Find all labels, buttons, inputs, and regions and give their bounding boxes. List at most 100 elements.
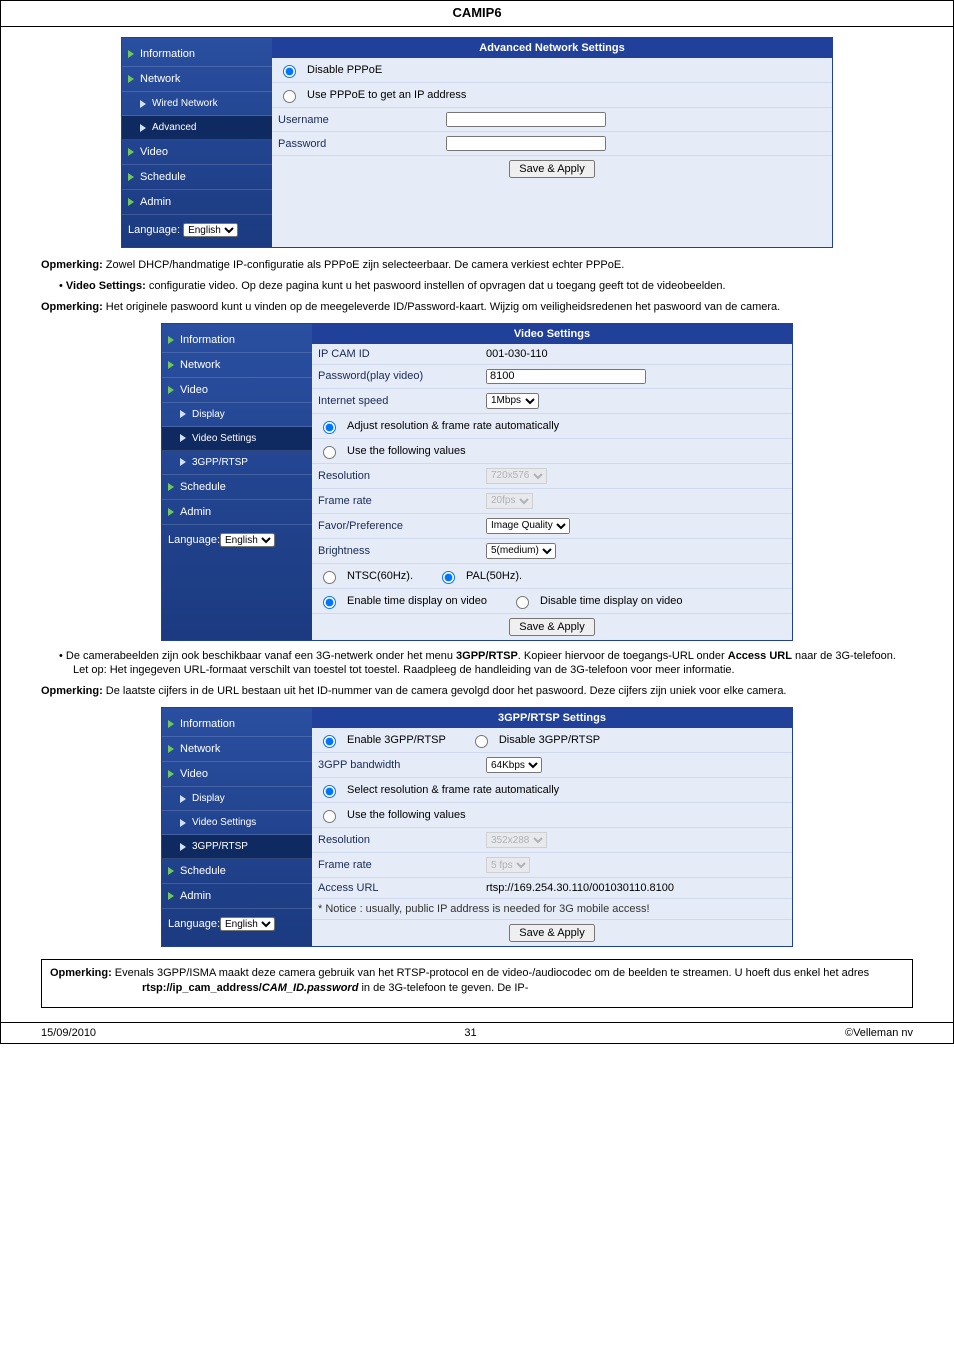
username-input[interactable] xyxy=(446,112,606,127)
sidebar-network[interactable]: Network xyxy=(122,67,272,92)
sidebar-label: Admin xyxy=(180,506,211,518)
chevron-right-icon xyxy=(128,173,134,181)
save-button[interactable]: Save & Apply xyxy=(509,924,594,942)
footer-date: 15/09/2010 xyxy=(41,1027,96,1039)
pal-radio[interactable] xyxy=(442,571,455,584)
sidebar-admin[interactable]: Admin xyxy=(162,500,312,525)
sidebar-label: Information xyxy=(140,48,195,60)
access-url-row: Access URLrtsp://169.254.30.110/00103011… xyxy=(312,878,792,899)
sidebar-label: Admin xyxy=(180,890,211,902)
chevron-right-icon xyxy=(168,720,174,728)
ntsc-radio[interactable] xyxy=(323,571,336,584)
sidebar-video[interactable]: Video xyxy=(162,762,312,787)
language-select[interactable]: English xyxy=(220,917,275,931)
sidebar-information[interactable]: Information xyxy=(162,712,312,737)
sidebar-label: 3GPP/RTSP xyxy=(192,457,248,468)
sidebar-information[interactable]: Information xyxy=(122,42,272,67)
chevron-right-icon xyxy=(128,148,134,156)
chevron-right-icon xyxy=(180,795,186,803)
row-label: Frame rate xyxy=(318,859,478,871)
sidebar-video-settings[interactable]: Video Settings xyxy=(162,811,312,835)
chevron-right-icon xyxy=(180,843,186,851)
sidebar-label: Schedule xyxy=(180,865,226,877)
use-following-radio[interactable] xyxy=(323,810,336,823)
notice-text: * Notice : usually, public IP address is… xyxy=(318,903,650,915)
row-label: Resolution xyxy=(318,834,478,846)
adjust-auto-radio[interactable] xyxy=(323,421,336,434)
sidebar-label: Display xyxy=(192,409,225,420)
language-label: Language: xyxy=(128,224,180,236)
video-settings-panel: Information Network Video Display Video … xyxy=(161,323,793,641)
sidebar: Information Network Video Display Video … xyxy=(162,708,312,946)
bandwidth-select[interactable]: 64Kbps xyxy=(486,757,542,773)
language-row: Language: English xyxy=(122,215,272,239)
sidebar-admin[interactable]: Admin xyxy=(162,884,312,909)
adjust-auto-row: Adjust resolution & frame rate automatic… xyxy=(312,414,792,439)
sidebar-label: Advanced xyxy=(152,122,196,133)
sidebar-video[interactable]: Video xyxy=(162,378,312,403)
internet-speed-row: Internet speed1Mbps xyxy=(312,389,792,414)
save-button[interactable]: Save & Apply xyxy=(509,160,594,178)
save-button[interactable]: Save & Apply xyxy=(509,618,594,636)
panel-header: Advanced Network Settings xyxy=(272,38,832,58)
disable-pppoe-row: Disable PPPoE xyxy=(272,58,832,83)
disable-time-radio[interactable] xyxy=(516,596,529,609)
chevron-right-icon xyxy=(168,483,174,491)
sidebar: Information Network Video Display Video … xyxy=(162,324,312,640)
framerate-select: 20fps xyxy=(486,493,533,509)
sidebar-display[interactable]: Display xyxy=(162,787,312,811)
sidebar-admin[interactable]: Admin xyxy=(122,190,272,215)
sidebar-3gpp-rtsp[interactable]: 3GPP/RTSP xyxy=(162,835,312,859)
3gpp-rtsp-panel: Information Network Video Display Video … xyxy=(161,707,793,947)
sidebar-label: Network xyxy=(180,359,220,371)
disable-time-label: Disable time display on video xyxy=(540,595,682,607)
panel-content: Advanced Network Settings Disable PPPoE … xyxy=(272,38,832,247)
sidebar-advanced[interactable]: Advanced xyxy=(122,116,272,140)
enable-3gpp-radio[interactable] xyxy=(323,735,336,748)
select-auto-radio[interactable] xyxy=(323,785,336,798)
internet-speed-select[interactable]: 1Mbps xyxy=(486,393,539,409)
framerate-row: Frame rate 20fps xyxy=(312,489,792,514)
sidebar-3gpp-rtsp[interactable]: 3GPP/RTSP xyxy=(162,451,312,475)
sidebar-video-settings[interactable]: Video Settings xyxy=(162,427,312,451)
enable-time-radio[interactable] xyxy=(323,596,336,609)
sidebar-video[interactable]: Video xyxy=(122,140,272,165)
chevron-right-icon xyxy=(168,386,174,394)
sidebar-network[interactable]: Network xyxy=(162,737,312,762)
chevron-right-icon xyxy=(168,770,174,778)
row-label: Password xyxy=(278,138,438,150)
sidebar-label: Display xyxy=(192,793,225,804)
row-label: Disable PPPoE xyxy=(307,64,382,76)
row-label: Resolution xyxy=(318,470,478,482)
password-input[interactable] xyxy=(446,136,606,151)
use-pppoe-radio[interactable] xyxy=(283,90,296,103)
use-following-row: Use the following values xyxy=(312,803,792,828)
panel-content: 3GPP/RTSP Settings Enable 3GPP/RTSPDisab… xyxy=(312,708,792,946)
use-following-radio[interactable] xyxy=(323,446,336,459)
sidebar-label: Schedule xyxy=(180,481,226,493)
row-label: Frame rate xyxy=(318,495,478,507)
sidebar-information[interactable]: Information xyxy=(162,328,312,353)
sidebar-schedule[interactable]: Schedule xyxy=(162,859,312,884)
brightness-select[interactable]: 5(medium) xyxy=(486,543,556,559)
sidebar-network[interactable]: Network xyxy=(162,353,312,378)
chevron-right-icon xyxy=(140,124,146,132)
sidebar-schedule[interactable]: Schedule xyxy=(122,165,272,190)
play-password-input[interactable] xyxy=(486,369,646,384)
panel-content: Video Settings IP CAM ID001-030-110 Pass… xyxy=(312,324,792,640)
save-row: Save & Apply xyxy=(312,614,792,640)
chevron-right-icon xyxy=(128,75,134,83)
sidebar-label: Admin xyxy=(140,196,171,208)
sidebar-wired-network[interactable]: Wired Network xyxy=(122,92,272,116)
language-select[interactable]: English xyxy=(220,533,275,547)
disable-pppoe-radio[interactable] xyxy=(283,65,296,78)
favor-select[interactable]: Image Quality xyxy=(486,518,570,534)
disable-3gpp-radio[interactable] xyxy=(475,735,488,748)
row-label: IP CAM ID xyxy=(318,348,478,360)
row-label: Use PPPoE to get an IP address xyxy=(307,89,466,101)
opmerking-1: Opmerking: Zowel DHCP/handmatige IP-conf… xyxy=(41,258,913,273)
sidebar-schedule[interactable]: Schedule xyxy=(162,475,312,500)
sidebar-display[interactable]: Display xyxy=(162,403,312,427)
language-select[interactable]: English xyxy=(183,223,238,237)
password-row: Password(play video) xyxy=(312,365,792,389)
